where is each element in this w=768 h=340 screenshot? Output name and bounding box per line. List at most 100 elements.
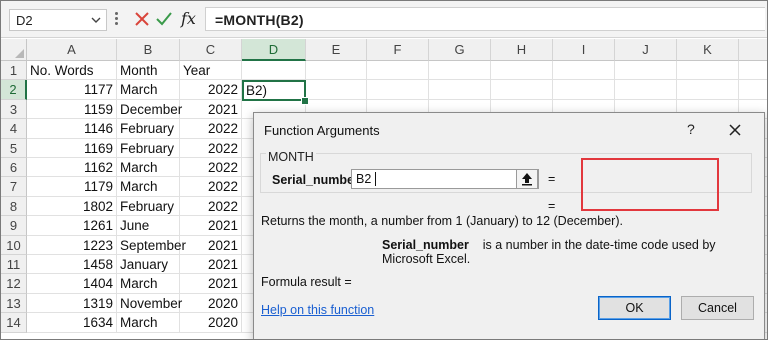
chevron-down-icon[interactable]	[91, 15, 101, 25]
cell[interactable]: March	[117, 313, 180, 333]
row-header[interactable]: 11	[1, 255, 27, 275]
column-header-g[interactable]: G	[429, 39, 491, 61]
cell[interactable]: March	[117, 80, 180, 100]
row-header[interactable]: 3	[1, 99, 27, 120]
cell[interactable]: December	[117, 99, 182, 120]
cell[interactable]	[242, 61, 306, 81]
cell[interactable]: 2021	[180, 99, 242, 120]
fill-handle[interactable]	[301, 97, 309, 105]
column-header-c[interactable]: C	[180, 39, 242, 61]
row-header[interactable]: 1	[1, 61, 27, 81]
cell[interactable]: 1179	[27, 177, 117, 197]
column-header-e[interactable]: E	[306, 39, 367, 61]
cell[interactable]: Month	[117, 61, 180, 81]
cell[interactable]: 2021	[180, 216, 242, 236]
cell[interactable]: 2020	[180, 313, 242, 333]
column-header-f[interactable]: F	[367, 39, 429, 61]
ok-button[interactable]: OK	[598, 296, 671, 320]
cell[interactable]	[306, 61, 367, 81]
cell[interactable]: 2022	[180, 196, 242, 217]
cell[interactable]: 1458	[27, 255, 117, 275]
column-header-i[interactable]: I	[553, 39, 615, 61]
cell[interactable]: 1261	[27, 216, 117, 236]
row-header[interactable]: 4	[1, 119, 27, 139]
cell[interactable]: 1169	[27, 138, 117, 158]
cell[interactable]	[739, 80, 767, 100]
cell[interactable]	[739, 61, 767, 81]
help-on-function-link[interactable]: Help on this function	[261, 303, 374, 317]
row-header[interactable]: 5	[1, 138, 27, 158]
cell[interactable]: 1802	[27, 196, 117, 217]
cell[interactable]: 2021	[180, 235, 242, 255]
cell[interactable]: 1404	[27, 274, 117, 294]
enter-check-icon[interactable]	[154, 9, 174, 29]
cancel-entry-icon[interactable]	[132, 9, 152, 29]
cell[interactable]: November	[117, 293, 182, 314]
cell[interactable]	[367, 61, 429, 81]
column-header-h[interactable]: H	[491, 39, 553, 61]
column-header-next[interactable]	[739, 39, 767, 61]
row-header[interactable]: 10	[1, 235, 27, 255]
cell[interactable]: 1162	[27, 158, 117, 178]
cell[interactable]: No. Words	[27, 61, 117, 81]
formula-input[interactable]: =MONTH(B2)	[205, 7, 765, 31]
column-header-k[interactable]: K	[677, 39, 739, 61]
cell[interactable]	[553, 61, 615, 81]
cell[interactable]	[491, 61, 553, 81]
row-header[interactable]: 2	[1, 80, 27, 100]
cell[interactable]: March	[117, 158, 180, 178]
cell[interactable]: 2022	[180, 177, 242, 197]
row-header[interactable]: 9	[1, 216, 27, 236]
cell[interactable]	[553, 80, 615, 100]
cell[interactable]: 2022	[180, 119, 242, 139]
help-icon[interactable]: ?	[687, 121, 695, 137]
active-cell-d2[interactable]: B2)	[242, 80, 306, 101]
cell[interactable]: 2021	[180, 274, 242, 294]
row-header[interactable]: 8	[1, 196, 27, 217]
cell[interactable]: March	[117, 274, 180, 294]
row-header[interactable]: 6	[1, 158, 27, 178]
cell[interactable]: 1159	[27, 99, 117, 120]
cell[interactable]: 1223	[27, 235, 117, 255]
cell[interactable]	[615, 80, 677, 100]
cell[interactable]: Year	[180, 61, 242, 81]
row-header[interactable]: 13	[1, 293, 27, 314]
cell[interactable]: 1319	[27, 293, 117, 314]
insert-function-icon[interactable]: fx	[181, 9, 196, 28]
cell[interactable]: 1146	[27, 119, 117, 139]
cell[interactable]	[429, 61, 491, 81]
cell[interactable]	[429, 80, 491, 100]
column-header-a[interactable]: A	[27, 39, 117, 61]
cell[interactable]	[677, 61, 739, 81]
name-box[interactable]: D2	[9, 9, 107, 31]
cell[interactable]: March	[117, 177, 180, 197]
cell[interactable]: 2021	[180, 255, 242, 275]
cell[interactable]: February	[117, 196, 180, 217]
close-icon[interactable]	[724, 119, 746, 141]
column-header-j[interactable]: J	[615, 39, 677, 61]
serial-number-input[interactable]: B2	[351, 169, 539, 189]
row-header[interactable]: 12	[1, 274, 27, 294]
cell[interactable]: September	[117, 235, 186, 255]
cell[interactable]	[491, 80, 553, 100]
cell[interactable]	[615, 61, 677, 81]
select-all-corner[interactable]	[1, 39, 27, 61]
more-options-icon[interactable]	[115, 12, 119, 28]
column-header-d[interactable]: D	[242, 39, 306, 61]
cell[interactable]: February	[117, 138, 180, 158]
cancel-button[interactable]: Cancel	[681, 296, 754, 320]
cell[interactable]: 2022	[180, 138, 242, 158]
cell[interactable]: 1634	[27, 313, 117, 333]
collapse-dialog-button[interactable]	[516, 169, 538, 189]
cell[interactable]: 2022	[180, 80, 242, 100]
row-header[interactable]: 7	[1, 177, 27, 197]
cell[interactable]: 2022	[180, 158, 242, 178]
cell[interactable]: June	[117, 216, 180, 236]
cell[interactable]	[306, 80, 367, 100]
cell[interactable]: 2020	[180, 293, 242, 314]
cell[interactable]	[677, 80, 739, 100]
row-header[interactable]: 14	[1, 313, 27, 333]
cell[interactable]: January	[117, 255, 180, 275]
cell[interactable]: February	[117, 119, 180, 139]
column-header-b[interactable]: B	[117, 39, 180, 61]
